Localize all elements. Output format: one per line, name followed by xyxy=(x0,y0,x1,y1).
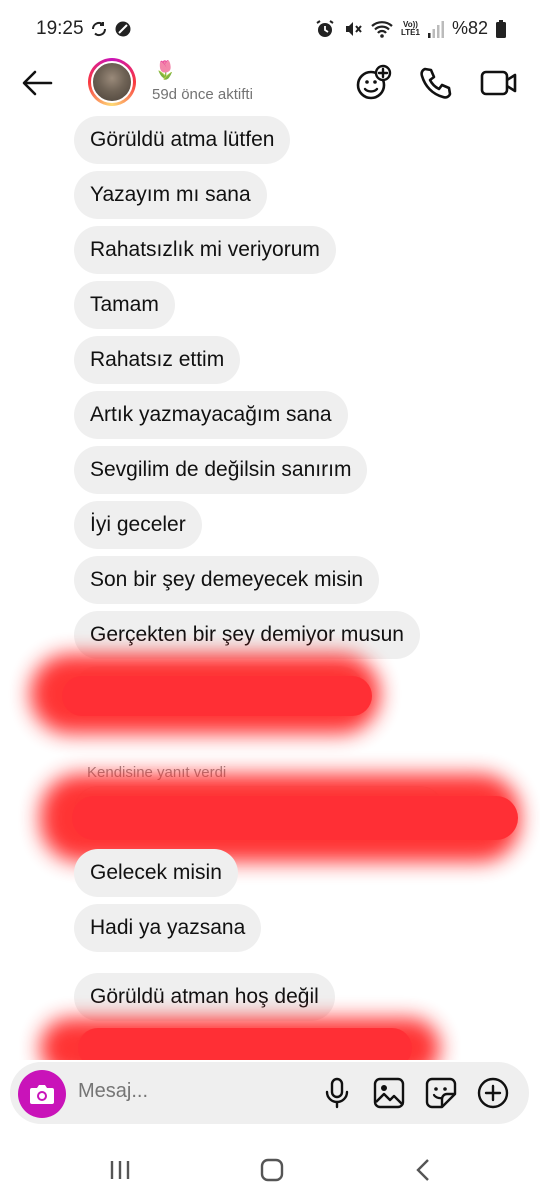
message-composer xyxy=(10,1062,529,1124)
volte-lte-indicator: Vo)) LTE1 xyxy=(401,19,420,37)
message-bubble[interactable]: Rahatsız ettim xyxy=(74,336,241,384)
sync-icon xyxy=(91,21,107,37)
redaction-scribble-core xyxy=(72,796,518,840)
add-person-icon[interactable] xyxy=(354,64,392,102)
message-bubble[interactable]: Gerçekten bir şey demiyor musun xyxy=(74,611,420,659)
message-thread[interactable]: Görüldü atma lütfen Yazayım mı sana Raha… xyxy=(0,110,540,1060)
video-icon[interactable] xyxy=(480,64,518,102)
wifi-icon xyxy=(371,20,393,38)
message-bubble[interactable]: Son bir şey demeyecek misin xyxy=(74,556,380,604)
phone-icon[interactable] xyxy=(416,64,454,102)
gallery-icon[interactable] xyxy=(372,1076,406,1110)
battery-icon xyxy=(496,19,506,38)
message-bubble[interactable]: Yazayım mı sana xyxy=(74,171,267,219)
status-bar: 19:25 Vo)) LTE1 %82 xyxy=(0,0,540,58)
message-bubble[interactable]: Görüldü atma lütfen xyxy=(74,116,291,164)
redaction-scribble-core xyxy=(78,1028,412,1060)
message-bubble[interactable]: İyi geceler xyxy=(74,501,202,549)
nav-back-icon[interactable] xyxy=(410,1156,438,1184)
mute-icon xyxy=(346,21,362,36)
sticker-icon[interactable] xyxy=(424,1076,458,1110)
alarm-icon xyxy=(316,19,334,37)
message-bubble[interactable]: Hadi ya yazsana xyxy=(74,904,262,952)
camera-icon xyxy=(30,1085,54,1104)
status-right-icons: Vo)) LTE1 %82 xyxy=(315,18,506,39)
contact-status: 59d önce aktifti xyxy=(152,86,253,103)
recent-apps-icon[interactable] xyxy=(106,1156,134,1184)
message-bubble[interactable]: Görüldü atman hoş değil xyxy=(74,973,335,1021)
avatar[interactable] xyxy=(88,58,136,106)
battery-percent: %82 xyxy=(451,18,488,38)
block-icon xyxy=(115,21,131,37)
plus-icon[interactable] xyxy=(476,1076,510,1110)
back-arrow-icon[interactable] xyxy=(20,66,54,100)
message-bubble[interactable]: Rahatsızlık mi veriyorum xyxy=(74,226,336,274)
home-icon[interactable] xyxy=(258,1156,286,1184)
message-bubble[interactable]: Artık yazmayacağım sana xyxy=(74,391,348,439)
chat-header: 🌷 59d önce aktifti xyxy=(0,58,540,110)
status-time: 19:25 xyxy=(36,18,84,39)
system-nav-bar xyxy=(0,1140,540,1200)
status-left-icons xyxy=(90,20,132,38)
mic-icon[interactable] xyxy=(320,1076,354,1110)
camera-button[interactable] xyxy=(18,1070,66,1118)
message-bubble[interactable]: Gelecek misin xyxy=(74,849,238,897)
message-input[interactable] xyxy=(78,1080,308,1103)
message-bubble[interactable]: Tamam xyxy=(74,281,175,329)
message-bubble[interactable]: Sevgilim de değilsin sanırım xyxy=(74,446,368,494)
signal-icon xyxy=(427,20,444,38)
contact-name-emoji[interactable]: 🌷 xyxy=(154,60,176,81)
avatar-photo xyxy=(91,61,133,103)
redaction-scribble-core xyxy=(62,676,372,716)
